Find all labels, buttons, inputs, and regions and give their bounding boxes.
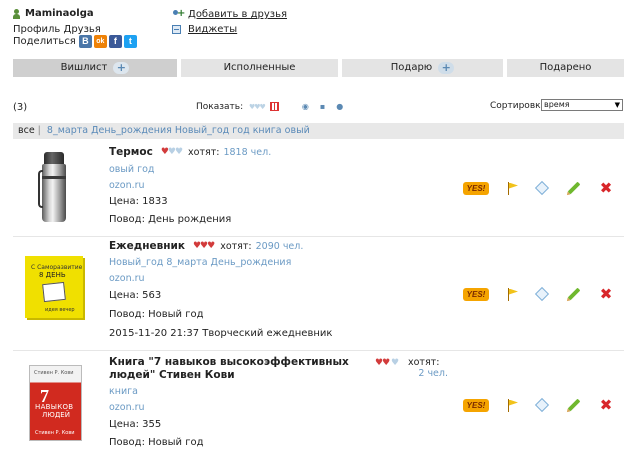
item-title[interactable]: Термос: [109, 146, 153, 158]
widget-icon: [172, 25, 181, 34]
show-label: Показать:: [196, 102, 244, 112]
sort-select[interactable]: время ▼: [541, 99, 623, 111]
sort-value: время: [544, 100, 570, 109]
tab-label: Подарено: [539, 62, 592, 73]
filter-tag[interactable]: День_рождения: [91, 125, 172, 136]
item-occasion: Повод: День рождения: [109, 214, 232, 225]
item-tags[interactable]: Новый_год 8_марта День_рождения: [109, 257, 291, 268]
facebook-icon[interactable]: f: [108, 35, 122, 48]
item-shop[interactable]: ozon.ru: [109, 273, 145, 284]
add-friends-label[interactable]: Добавить в друзья: [188, 9, 287, 20]
want-label: хотят:: [220, 240, 252, 252]
add-friend-icon: [172, 8, 185, 20]
tab-label: Подарю: [390, 62, 433, 73]
delete-icon[interactable]: ✖: [599, 181, 613, 196]
tab-given[interactable]: Подарено: [507, 59, 624, 77]
item-tags[interactable]: книга: [109, 386, 138, 397]
item-image-book[interactable]: Стивен Р. Кови 7 НАВЫКОВ ЛЮДЕЙ Стивен Р.…: [29, 365, 82, 441]
grid-view-icon[interactable]: [269, 102, 279, 111]
rating-hearts-icon[interactable]: ♥♥♥: [193, 241, 215, 251]
edit-pencil-icon[interactable]: [567, 181, 581, 195]
hearts-filter-icon[interactable]: ♥♥♥: [249, 103, 266, 111]
eye-icon[interactable]: ◉: [302, 102, 309, 111]
plus-icon[interactable]: +: [438, 62, 455, 74]
share-row: Поделиться B ok f t: [13, 35, 139, 48]
diamond-icon[interactable]: [534, 286, 550, 302]
dropdown-arrow-icon: ▼: [614, 101, 620, 109]
view-options: ♥♥♥ ◉ ▪ ●: [249, 102, 343, 111]
odnoklassniki-icon[interactable]: ok: [93, 35, 107, 48]
item-count: (3): [13, 102, 28, 113]
item-title[interactable]: Книга "7 навыков высокоэффективных людей…: [109, 356, 371, 382]
filter-tag[interactable]: 8_марта: [47, 125, 88, 136]
want-count[interactable]: 1818 чел.: [223, 147, 271, 158]
diamond-icon[interactable]: [534, 397, 550, 413]
item-actions: YES! ✖: [463, 180, 613, 196]
item-title[interactable]: Ежедневник: [109, 240, 185, 252]
filter-tag[interactable]: овый: [285, 125, 310, 136]
tag-filter-bar: все | 8_марта День_рождения Новый_год год…: [13, 123, 624, 139]
tab-fulfilled[interactable]: Исполненные: [181, 59, 338, 77]
tab-will-give[interactable]: Подарю +: [342, 59, 503, 77]
item-image-thermos[interactable]: [38, 152, 70, 224]
filter-tag[interactable]: книга: [253, 125, 282, 136]
username[interactable]: Maminaolga: [25, 8, 94, 19]
item-image-planner[interactable]: С Саморазвитие 8 ДЕНЬ идея вечер: [25, 256, 83, 318]
item-divider: [13, 350, 624, 351]
item-occasion: Повод: Новый год: [109, 309, 204, 320]
item-price: Цена: 355: [109, 419, 162, 430]
item-divider: [13, 236, 624, 237]
plus-icon[interactable]: +: [113, 62, 130, 74]
item-shop[interactable]: ozon.ru: [109, 402, 145, 413]
want-count[interactable]: 2 чел.: [408, 368, 448, 379]
diamond-icon[interactable]: [534, 180, 550, 196]
flag-icon[interactable]: [507, 398, 519, 412]
profile-link[interactable]: Профиль: [13, 24, 60, 35]
delete-icon[interactable]: ✖: [599, 398, 613, 413]
flag-icon[interactable]: [507, 181, 519, 195]
want-label: хотят:: [188, 146, 220, 158]
friends-link[interactable]: Друзья: [64, 24, 101, 35]
vkontakte-icon[interactable]: B: [78, 35, 92, 48]
item-shop[interactable]: ozon.ru: [109, 180, 145, 191]
filter-tag[interactable]: год: [232, 125, 249, 136]
item-header: Ежедневник ♥♥♥ хотят: 2090 чел.: [109, 240, 303, 252]
rating-hearts-icon[interactable]: ♥♥♥: [161, 147, 183, 157]
item-price: Цена: 1833: [109, 196, 168, 207]
tab-wishlist[interactable]: Вишлист +: [13, 59, 177, 77]
item-header: Термос ♥♥♥ хотят: 1818 чел.: [109, 146, 271, 158]
item-note: 2015-11-20 21:37 Творческий ежедневник: [109, 328, 333, 339]
add-friends-link[interactable]: Добавить в друзья: [172, 8, 287, 20]
item-actions: YES! ✖: [463, 286, 613, 302]
tab-label: Вишлист: [60, 62, 108, 73]
lock-icon[interactable]: ▪: [320, 102, 325, 111]
yes-icon[interactable]: YES!: [463, 287, 489, 301]
want-label: хотят:: [408, 357, 440, 368]
item-price: Цена: 563: [109, 290, 162, 301]
item-occasion: Повод: Новый год: [109, 437, 204, 448]
delete-icon[interactable]: ✖: [599, 287, 613, 302]
item-actions: YES! ✖: [463, 397, 613, 413]
twitter-icon[interactable]: t: [123, 35, 137, 48]
flag-icon[interactable]: [507, 287, 519, 301]
yes-icon[interactable]: YES!: [463, 181, 489, 195]
edit-pencil-icon[interactable]: [567, 398, 581, 412]
filter-all[interactable]: все: [18, 125, 35, 136]
yes-icon[interactable]: YES!: [463, 398, 489, 412]
want-count[interactable]: 2090 чел.: [256, 241, 304, 252]
tab-label: Исполненные: [223, 62, 296, 73]
friends-filter-icon[interactable]: ●: [336, 102, 343, 111]
item-tags[interactable]: овый год: [109, 164, 154, 175]
widgets-link[interactable]: Виджеты: [172, 24, 237, 35]
profile-links: Профиль Друзья: [13, 24, 101, 35]
widgets-label[interactable]: Виджеты: [188, 24, 237, 35]
user-icon: [13, 9, 20, 19]
share-label: Поделиться: [13, 36, 76, 47]
edit-pencil-icon[interactable]: [567, 287, 581, 301]
filter-tag[interactable]: Новый_год: [175, 125, 229, 136]
rating-hearts-icon[interactable]: ♥♥ ♥: [375, 358, 399, 368]
